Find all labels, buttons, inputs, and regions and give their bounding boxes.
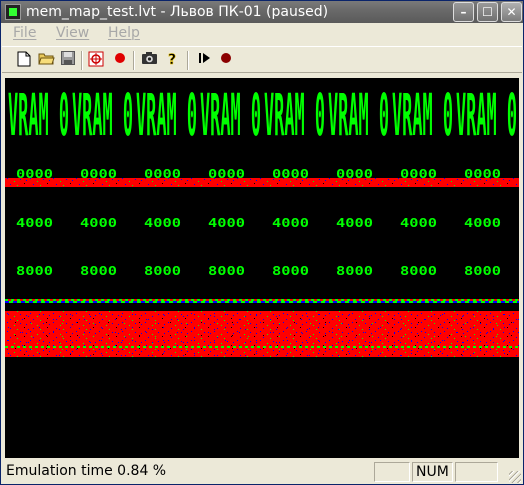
vram-label: VRAM 0	[8, 83, 69, 149]
maximize-icon: ☐	[482, 5, 493, 19]
address-label: 8000	[272, 264, 309, 278]
memory-divider-3	[5, 346, 519, 348]
record-icon[interactable]	[111, 51, 129, 69]
address-label: 4000	[336, 216, 373, 230]
toolbar-separator	[81, 51, 83, 70]
emulator-display: VRAM 0 VRAM 0 VRAM 0 VRAM 0 VRAM 0 VRAM 0 VRAM…	[5, 83, 519, 357]
menu-view[interactable]: View	[56, 25, 89, 41]
open-folder-icon[interactable]	[37, 51, 55, 69]
emulation-time-label: Emulation time 0.84 %	[6, 463, 167, 479]
app-icon[interactable]	[5, 4, 21, 20]
toolbar-separator	[187, 51, 189, 70]
app-window: mem_map_test.lvt - Львов ПК-01 (paused) …	[0, 0, 524, 485]
address-label: 4000	[80, 216, 117, 230]
memory-band-1	[5, 178, 519, 187]
window-title: mem_map_test.lvt - Львов ПК-01 (paused)	[26, 4, 329, 20]
menu-help[interactable]: Help	[108, 25, 140, 41]
maximize-button[interactable]: ☐	[477, 2, 498, 22]
status-pane-blank-2	[455, 462, 498, 482]
address-label: 8000	[464, 264, 501, 278]
address-label: 8000	[208, 264, 245, 278]
address-label: 4000	[464, 216, 501, 230]
address-label: 8000	[144, 264, 181, 278]
memory-divider-2	[5, 301, 519, 303]
title-bar[interactable]: mem_map_test.lvt - Львов ПК-01 (paused) …	[1, 1, 523, 23]
new-file-icon[interactable]	[15, 51, 33, 69]
minimize-button[interactable]: –	[453, 2, 474, 22]
resize-grip-icon[interactable]	[509, 471, 521, 483]
vram-label: VRAM 0	[328, 83, 389, 149]
vram-label: VRAM 0	[136, 83, 197, 149]
minimize-icon: –	[460, 5, 467, 19]
memory-band-2-noise	[5, 311, 519, 357]
emulator-screen[interactable]: VRAM 0 VRAM 0 VRAM 0 VRAM 0 VRAM 0 VRAM 0 VRAM…	[5, 78, 519, 458]
vram-label: VRAM 0	[200, 83, 261, 149]
address-label: 8000	[336, 264, 373, 278]
menu-file[interactable]: File	[13, 25, 36, 41]
svg-text:?: ?	[168, 52, 176, 67]
address-label: 4000	[272, 216, 309, 230]
memory-divider-1	[5, 299, 519, 301]
menu-bar: File View Help	[2, 24, 522, 44]
address-label: 8000	[400, 264, 437, 278]
vram-label: VRAM 0	[72, 83, 133, 149]
address-label: 4000	[16, 216, 53, 230]
address-label: 8000	[16, 264, 53, 278]
vram-label: VRAM 0	[392, 83, 453, 149]
status-bar: Emulation time 0.84 % NUM	[2, 460, 522, 484]
num-lock-indicator: NUM	[412, 462, 453, 482]
toolbar: ?	[2, 46, 522, 73]
vram-label: VRAM 0	[264, 83, 325, 149]
address-label: 8000	[80, 264, 117, 278]
vram-banner: VRAM 0 VRAM 0 VRAM 0 VRAM 0 VRAM 0 VRAM 0 VRAM…	[8, 83, 517, 149]
address-label: 4000	[208, 216, 245, 230]
close-button[interactable]: ✕	[501, 2, 522, 22]
play-step-icon[interactable]	[195, 51, 213, 69]
address-label: 4000	[400, 216, 437, 230]
status-pane-blank	[374, 462, 410, 482]
target-icon[interactable]	[87, 51, 105, 69]
camera-icon[interactable]	[140, 51, 158, 69]
stop-record-icon[interactable]	[217, 51, 235, 69]
address-label: 4000	[144, 216, 181, 230]
toolbar-separator	[133, 51, 135, 70]
close-icon: ✕	[506, 5, 517, 19]
vram-label: VRAM 0	[456, 83, 517, 149]
help-icon[interactable]: ?	[164, 51, 182, 69]
save-icon[interactable]	[59, 51, 77, 69]
